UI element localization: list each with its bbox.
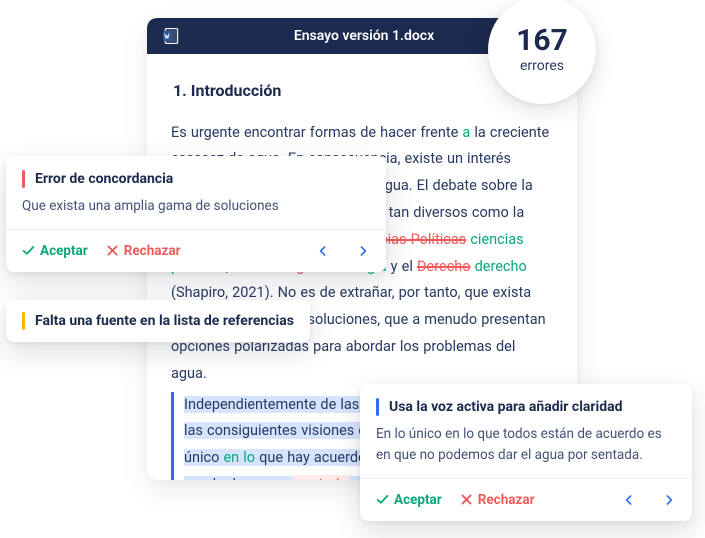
x-icon — [460, 493, 473, 506]
rule-bar-icon — [22, 170, 25, 188]
prev-button[interactable] — [618, 489, 640, 511]
reject-button[interactable]: Rechazar — [106, 243, 181, 259]
suggestion-title: Falta una fuente en la lista de referenc… — [35, 313, 294, 329]
suggestion-body: Que exista una amplia gama de soluciones — [22, 196, 370, 217]
suggestion-title: Error de concordancia — [35, 171, 173, 187]
suggestion-title-row: Usa la voz activa para añadir claridad — [376, 398, 676, 416]
text-run: Es urgente encontrar formas de hacer fre… — [171, 124, 462, 141]
chevron-right-icon — [359, 245, 367, 257]
word-icon — [161, 26, 181, 46]
insert-en-lo: en lo — [223, 449, 255, 466]
check-icon — [22, 244, 35, 257]
errors-badge[interactable]: 167 errores — [488, 0, 596, 104]
rule-bar-icon — [22, 312, 25, 330]
check-icon — [376, 493, 389, 506]
errors-label: errores — [520, 58, 564, 74]
suggestion-title-row: Error de concordancia — [22, 170, 370, 188]
accept-label: Aceptar — [40, 243, 88, 259]
x-icon — [106, 244, 119, 257]
accept-label: Aceptar — [394, 492, 442, 508]
document-heading: 1. Introducción — [173, 76, 553, 106]
text-run: . No es de extrañar, por tanto, que exis… — [270, 284, 531, 301]
suggestion-card-concordance: Error de concordancia Que exista una amp… — [6, 156, 386, 272]
suggestion-footer: Aceptar Rechazar — [6, 229, 386, 272]
next-button[interactable] — [352, 240, 374, 262]
suggestion-card-missing-source[interactable]: Falta una fuente en la lista de referenc… — [6, 300, 310, 342]
chevron-left-icon — [625, 494, 633, 506]
text-run: y el — [387, 258, 417, 275]
reject-label: Rechazar — [124, 243, 181, 259]
suggestion-title: Usa la voz activa para añadir claridad — [389, 399, 622, 415]
accept-button[interactable]: Aceptar — [22, 243, 88, 259]
next-button[interactable] — [658, 489, 680, 511]
prev-button[interactable] — [312, 240, 334, 262]
suggestion-footer: Aceptar Rechazar — [360, 478, 692, 521]
accept-button[interactable]: Aceptar — [376, 492, 442, 508]
reject-label: Rechazar — [478, 492, 535, 508]
suggestion-title-row: Falta una fuente en la lista de referenc… — [22, 312, 294, 330]
suggestion-card-active-voice: Usa la voz activa para añadir claridad E… — [360, 384, 692, 521]
suggestion-body: En lo único en lo que todos están de acu… — [376, 424, 676, 466]
insert-derecho: derecho — [470, 258, 526, 275]
rule-bar-icon — [376, 398, 379, 416]
chevron-left-icon — [319, 245, 327, 257]
reject-button[interactable]: Rechazar — [460, 492, 535, 508]
chevron-right-icon — [665, 494, 673, 506]
strike-sentado: sentado — [293, 475, 349, 480]
errors-count: 167 — [516, 26, 568, 56]
strike-derecho: Derecho — [417, 258, 471, 275]
